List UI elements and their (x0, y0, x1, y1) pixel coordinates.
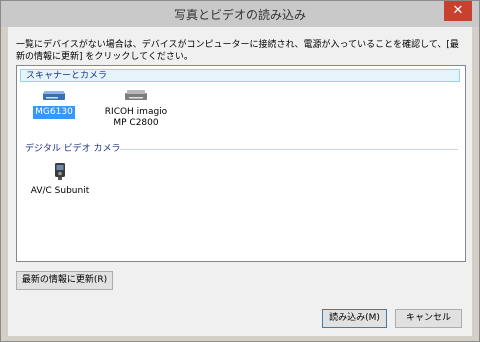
device-label: AV/C Subunit (30, 186, 90, 196)
close-icon: ✕ (452, 3, 464, 18)
device-list[interactable]: スキャナーとカメラ MG6130 RICOH imagio MP C2800 デ… (16, 65, 466, 262)
device-label: RICOH imagio MP C2800 (104, 107, 168, 128)
title-bar[interactable]: 写真とビデオの読み込み ✕ (1, 1, 479, 27)
instruction-text: 一覧にデバイスがない場合は、デバイスがコンピューターに接続され、電源が入っている… (16, 40, 459, 62)
close-button[interactable]: ✕ (444, 1, 472, 21)
dialog-body: 一覧にデバイスがない場合は、デバイスがコンピューターに接続され、電源が入っている… (8, 27, 472, 336)
import-button[interactable]: 読み込み(M) (322, 309, 387, 328)
scanner-icon (43, 91, 65, 100)
group-header-digital-video[interactable]: デジタル ビデオ カメラ (20, 143, 460, 156)
device-item-avc-subunit[interactable]: AV/C Subunit (27, 161, 93, 198)
multifunction-printer-icon (125, 90, 147, 100)
import-dialog: 写真とビデオの読み込み ✕ 一覧にデバイスがない場合は、デバイスがコンピューター… (0, 0, 480, 342)
window-title: 写真とビデオの読み込み (173, 8, 306, 22)
cancel-button[interactable]: キャンセル (395, 309, 462, 328)
device-item-mg6130[interactable]: MG6130 (31, 88, 77, 119)
video-camera-icon (55, 163, 65, 180)
device-label: MG6130 (33, 106, 75, 119)
group-label: デジタル ビデオ カメラ (25, 144, 121, 154)
group-label: スキャナーとカメラ (26, 71, 108, 81)
group-header-scanners-cameras[interactable]: スキャナーとカメラ (20, 69, 460, 82)
device-item-ricoh[interactable]: RICOH imagio MP C2800 (95, 88, 177, 130)
refresh-button[interactable]: 最新の情報に更新(R) (16, 271, 113, 290)
group-separator (120, 149, 458, 150)
